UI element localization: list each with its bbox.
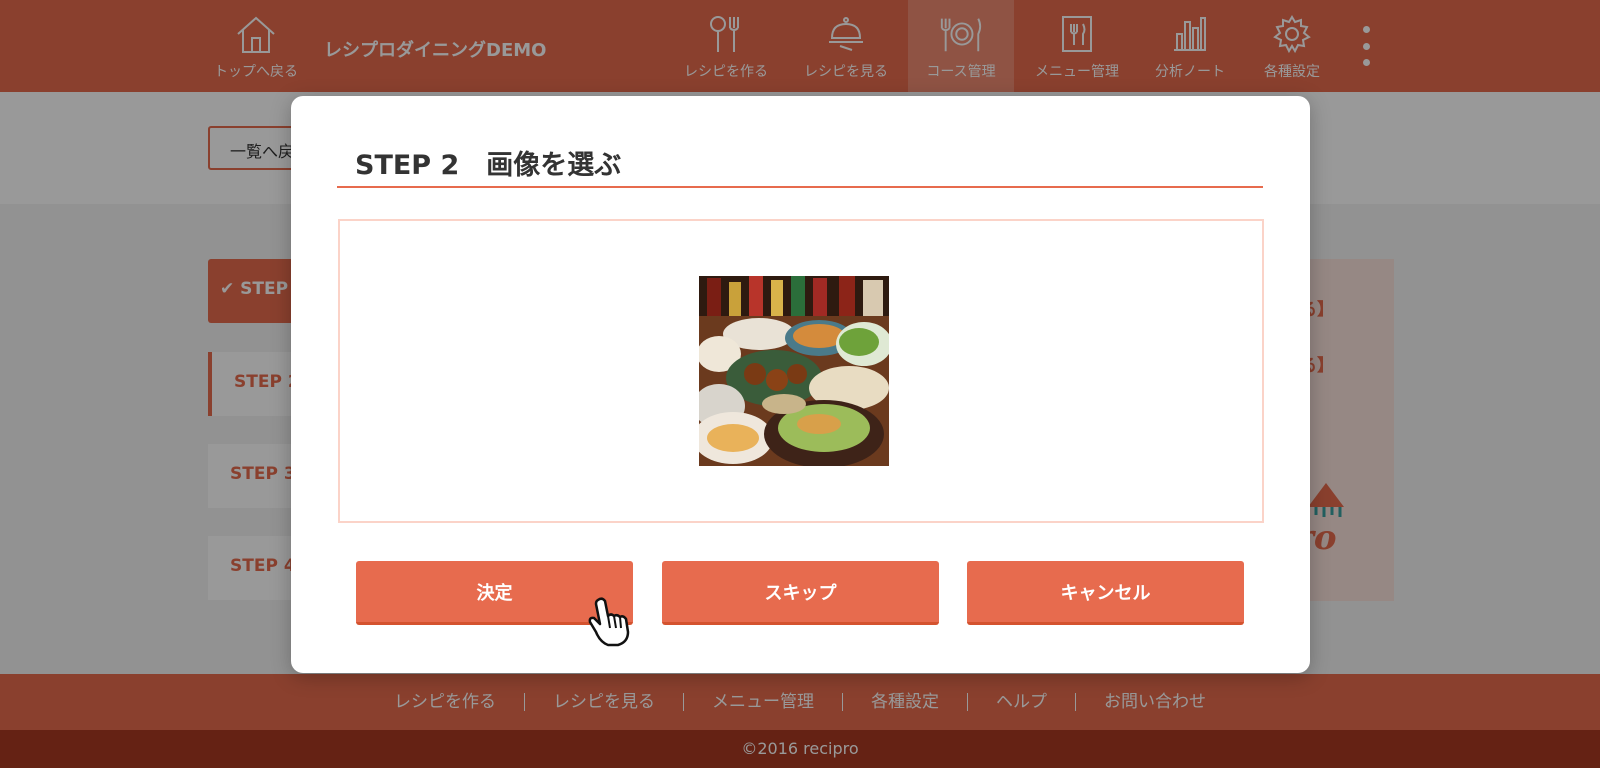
hand-pointer-cursor-icon xyxy=(588,597,630,647)
modal-title: STEP 2 画像を選ぶ xyxy=(337,143,1263,188)
food-photo-image xyxy=(699,276,889,466)
food-photo-thumbnail[interactable] xyxy=(699,276,889,466)
skip-button[interactable]: スキップ xyxy=(662,561,939,625)
select-image-modal: STEP 2 画像を選ぶ 決定 スキップ キャンセル xyxy=(291,96,1310,673)
image-selection-area xyxy=(338,219,1264,523)
cancel-button[interactable]: キャンセル xyxy=(967,561,1244,625)
